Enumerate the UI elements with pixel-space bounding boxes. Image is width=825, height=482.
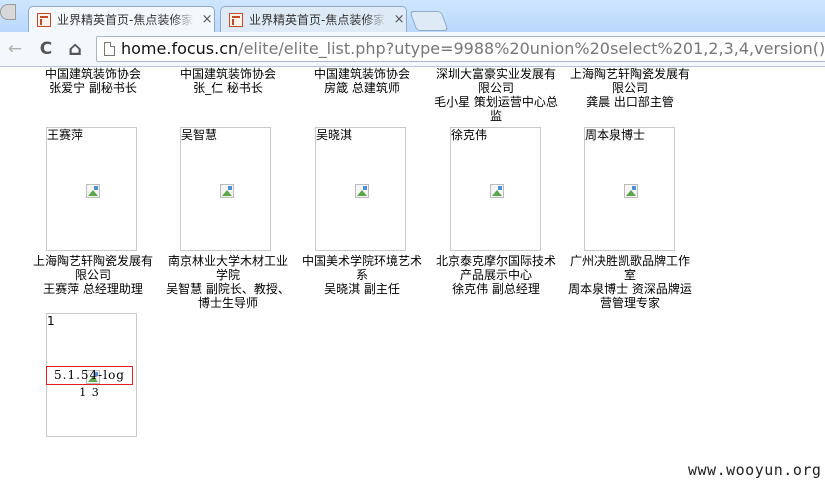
- injected-extra-text: 1 3: [79, 386, 100, 399]
- person-name: 吴晓淇 副主任: [324, 282, 400, 296]
- elite-photo[interactable]: 王赛萍: [46, 127, 137, 251]
- photo-alt-text: 徐克伟: [451, 128, 488, 142]
- elite-caption: 深圳大富豪实业发展有限公司 毛小星 策划运营中心总监: [431, 67, 561, 123]
- url-path: /elite/elite_list.php?utype=9988%20union…: [238, 39, 825, 58]
- org-name: 中国建筑装饰协会: [179, 67, 276, 81]
- elite-caption: 北京泰克摩尔国际技术产品展示中心 徐克伟 副总经理: [431, 254, 561, 296]
- person-name: 房箴 总建筑师: [324, 81, 400, 95]
- tab-strip: 业界精英首页-焦点装修家 × 业界精英首页-焦点装修家 ×: [0, 0, 825, 32]
- elite-caption: 中国美术学院环境艺术系 吴晓淇 副主任: [297, 254, 427, 296]
- org-name: 中国美术学院环境艺术系: [301, 254, 422, 282]
- tab-close-icon[interactable]: ×: [200, 12, 214, 27]
- tab-title: 业界精英首页-焦点装修家: [57, 13, 194, 27]
- person-name: 张爱宁 副秘书长: [49, 81, 137, 95]
- org-name: 北京泰克摩尔国际技术产品展示中心: [435, 254, 556, 282]
- tab-close-icon[interactable]: ×: [392, 12, 406, 27]
- url-text[interactable]: home.focus.cn/elite/elite_list.php?utype…: [121, 39, 825, 59]
- person-name: 徐克伟 副总经理: [452, 282, 540, 296]
- focus-favicon-icon: [229, 12, 243, 27]
- org-name: 南京林业大学木材工业学院: [167, 254, 288, 282]
- org-name: 上海陶艺轩陶瓷发展有限公司: [569, 67, 690, 95]
- elite-caption: 上海陶艺轩陶瓷发展有限公司 王赛萍 总经理助理: [28, 254, 158, 296]
- org-name: 上海陶艺轩陶瓷发展有限公司: [32, 254, 153, 282]
- elite-photo[interactable]: 吴晓淇: [315, 127, 406, 251]
- tab-title: 业界精英首页-焦点装修家: [249, 13, 386, 27]
- person-name: 龚晨 出口部主管: [586, 95, 674, 109]
- org-name: 深圳大富豪实业发展有限公司: [435, 67, 556, 95]
- photo-alt-text: 周本泉博士: [585, 128, 646, 142]
- elite-photo[interactable]: 徐克伟: [450, 127, 541, 251]
- photo-alt-text: 吴晓淇: [316, 128, 353, 142]
- address-bar[interactable]: home.focus.cn/elite/elite_list.php?utype…: [96, 36, 825, 62]
- photo-alt-text: 王赛萍: [47, 128, 84, 142]
- person-name: 王赛萍 总经理助理: [43, 282, 143, 296]
- new-tab-button[interactable]: [409, 11, 449, 31]
- broken-image-icon: [490, 184, 504, 198]
- org-name: 中国建筑装饰协会: [313, 67, 410, 81]
- sql-version-output: 5.1.54-log: [46, 366, 133, 385]
- elite-photo[interactable]: 周本泉博士: [584, 127, 675, 251]
- broken-image-icon: [355, 184, 369, 198]
- focus-favicon-icon: [37, 12, 51, 27]
- broken-image-icon: [86, 184, 100, 198]
- tab-inactive[interactable]: 业界精英首页-焦点装修家 ×: [220, 6, 407, 32]
- elite-photo[interactable]: 吴智慧: [180, 127, 271, 251]
- org-name: 中国建筑装饰协会: [44, 67, 141, 81]
- window-menu-icon[interactable]: [0, 4, 16, 20]
- page-icon: [104, 42, 115, 56]
- person-name: 吴智慧 副院长、教授、博士生导师: [166, 282, 290, 310]
- page-content: 中国建筑装饰协会 张爱宁 副秘书长 中国建筑装饰协会 张_仁 秘书长 中国建筑装…: [0, 67, 825, 482]
- watermark: www.wooyun.org: [688, 461, 822, 479]
- url-host: home.focus.cn: [121, 39, 239, 58]
- broken-image-icon: [624, 184, 638, 198]
- broken-image-icon: [220, 184, 234, 198]
- photo-alt-text: 吴智慧: [181, 128, 218, 142]
- elite-caption: 上海陶艺轩陶瓷发展有限公司 龚晨 出口部主管: [565, 67, 695, 109]
- org-name: 广州决胜凯歌品牌工作室: [569, 254, 690, 282]
- photo-alt-text: 1: [47, 314, 55, 328]
- person-name: 毛小星 策划运营中心总监: [434, 95, 558, 123]
- elite-caption: 中国建筑装饰协会 张_仁 秘书长: [163, 67, 293, 95]
- elite-caption: 中国建筑装饰协会 房箴 总建筑师: [297, 67, 427, 95]
- person-name: 周本泉博士 资深品牌运营管理专家: [568, 282, 692, 310]
- back-arrow-icon[interactable]: ←: [4, 38, 26, 60]
- elite-caption: 南京林业大学木材工业学院 吴智慧 副院长、教授、博士生导师: [163, 254, 293, 310]
- elite-caption: 广州决胜凯歌品牌工作室 周本泉博士 资深品牌运营管理专家: [565, 254, 695, 310]
- person-name: 张_仁 秘书长: [193, 81, 263, 95]
- elite-caption: 中国建筑装饰协会 张爱宁 副秘书长: [28, 67, 158, 95]
- tab-active[interactable]: 业界精英首页-焦点装修家 ×: [28, 6, 215, 32]
- reload-icon[interactable]: C: [35, 38, 57, 60]
- home-icon[interactable]: ⌂: [64, 38, 86, 60]
